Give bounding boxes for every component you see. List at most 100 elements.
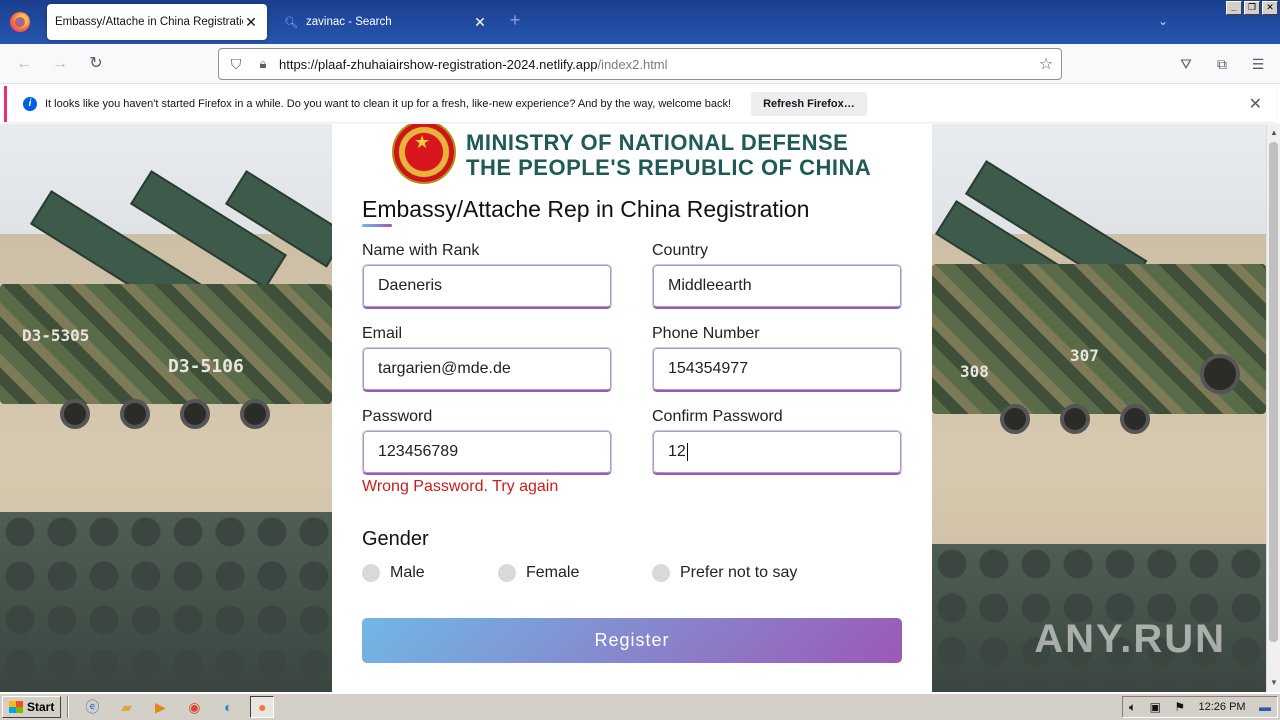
minimize-icon[interactable]: _	[1226, 1, 1242, 15]
gender-option-prefer-not[interactable]: Prefer not to say	[652, 564, 797, 582]
gender-option-label: Male	[390, 564, 425, 581]
show-desktop-icon[interactable]: ▬	[1259, 700, 1271, 714]
gender-option-male[interactable]: Male	[362, 564, 425, 582]
soldiers-crowd	[0, 512, 332, 692]
taskbar: Start ⓔ ▰ ▶ ◉ ◐ ● 🔈︎ ▣ ⚑ 12:26 PM ▬	[0, 692, 1280, 720]
gender-option-female[interactable]: Female	[498, 564, 579, 582]
page-scrollbar[interactable]: ▲ ▼	[1266, 124, 1280, 692]
gender-option-label: Prefer not to say	[680, 564, 798, 581]
vehicle-plate: 307	[1070, 346, 1099, 365]
tracking-shield-icon[interactable]: ⛉	[221, 56, 251, 73]
chrome-icon[interactable]: ◉	[182, 696, 206, 718]
windows-logo-icon	[9, 701, 23, 713]
start-label: Start	[27, 700, 55, 714]
refresh-firefox-button[interactable]: Refresh Firefox…	[751, 92, 867, 116]
vehicle-plate: 308	[960, 362, 989, 381]
edge-icon[interactable]: ◐	[216, 696, 240, 718]
password-field: Password 123456789	[362, 408, 612, 475]
confirm-password-input[interactable]: 12	[652, 430, 902, 475]
pocket-icon[interactable]: ⛛	[1176, 54, 1196, 74]
error-message: Wrong Password. Try again	[362, 478, 559, 495]
firefox-taskbar-icon[interactable]: ●	[250, 696, 275, 718]
register-button[interactable]: Register	[362, 618, 902, 663]
password-input[interactable]: 123456789	[362, 430, 612, 475]
tab-search[interactable]: 🔍︎ zavinac - Search ✕	[276, 4, 496, 40]
extensions-icon[interactable]: ⧉	[1212, 54, 1232, 74]
ministry-line-1: MINISTRY OF NATIONAL DEFENSE	[466, 130, 849, 155]
tab-strip: Embassy/Attache in China Registration ✕ …	[0, 0, 1280, 44]
tab-title: Embassy/Attache in China Registration	[55, 16, 243, 28]
close-tab-icon[interactable]: ✕	[472, 14, 488, 31]
national-emblem-icon	[392, 124, 456, 184]
confirm-password-label: Confirm Password	[652, 408, 783, 425]
ministry-name: MINISTRY OF NATIONAL DEFENSE THE PEOPLE'…	[466, 130, 871, 180]
phone-field: Phone Number 154354977	[652, 325, 902, 392]
clock[interactable]: 12:26 PM	[1198, 701, 1245, 713]
ministry-header: MINISTRY OF NATIONAL DEFENSE THE PEOPLE'…	[362, 124, 902, 192]
radio-icon[interactable]	[498, 564, 516, 582]
phone-input[interactable]: 154354977	[652, 347, 902, 392]
window-controls: _ ❐ ✕	[1226, 1, 1278, 15]
volume-icon[interactable]: 🔈︎	[1129, 700, 1136, 715]
notification-message: It looks like you haven't started Firefo…	[45, 98, 732, 110]
email-label: Email	[362, 325, 403, 342]
registration-card: MINISTRY OF NATIONAL DEFENSE THE PEOPLE'…	[332, 124, 932, 692]
info-icon: i	[23, 97, 37, 111]
url-path: /index2.html	[597, 56, 668, 72]
gender-option-label: Female	[526, 564, 580, 581]
list-all-tabs-icon[interactable]: ⌄	[1158, 14, 1168, 28]
network-icon[interactable]: ▣	[1150, 700, 1161, 714]
firefox-logo-icon[interactable]	[10, 12, 30, 32]
back-arrow-icon[interactable]: ←	[14, 54, 34, 74]
page-viewport: D3-5305 D3-5106 307 308 ANY.RUN MINISTRY…	[0, 124, 1266, 692]
file-explorer-icon[interactable]: ▰	[114, 696, 138, 718]
internet-explorer-icon[interactable]: ⓔ	[80, 696, 104, 718]
watermark: ANY.RUN	[1034, 617, 1226, 661]
toolbar-right: ⛛ ⧉ ☰	[1176, 54, 1268, 74]
ministry-line-2: THE PEOPLE'S REPUBLIC OF CHINA	[466, 155, 872, 180]
url-host: https://plaaf-zhuhaiairshow-registration…	[279, 56, 598, 72]
system-tray: 🔈︎ ▣ ⚑ 12:26 PM ▬	[1122, 696, 1278, 718]
page-title: Embassy/Attache Rep in China Registratio…	[362, 196, 810, 222]
reload-icon[interactable]: ↻	[86, 54, 106, 74]
forward-arrow-icon[interactable]: →	[50, 54, 70, 74]
vehicle-plate: D3-5106	[168, 356, 244, 377]
new-tab-icon[interactable]: +	[505, 10, 525, 30]
tab-title: zavinac - Search	[306, 16, 392, 28]
menu-hamburger-icon[interactable]: ☰	[1248, 54, 1268, 74]
name-input[interactable]: Daeneris	[362, 264, 612, 309]
name-field: Name with Rank Daeneris	[362, 242, 612, 309]
scroll-up-icon[interactable]: ▲	[1267, 126, 1280, 140]
country-input[interactable]: Middleearth	[652, 264, 902, 309]
tab-registration[interactable]: Embassy/Attache in China Registration ✕	[47, 4, 267, 40]
bookmark-star-icon[interactable]: ☆	[1031, 54, 1061, 74]
close-notification-icon[interactable]: ✕	[1249, 94, 1262, 114]
title-underline	[362, 224, 392, 227]
close-tab-icon[interactable]: ✕	[243, 14, 259, 31]
password-label: Password	[362, 408, 433, 425]
radio-icon[interactable]	[652, 564, 670, 582]
confirm-password-field: Confirm Password 12	[652, 408, 902, 475]
url-text[interactable]: https://plaaf-zhuhaiairshow-registration…	[275, 57, 1031, 72]
url-bar[interactable]: ⛉ 🔒︎ https://plaaf-zhuhaiairshow-registr…	[218, 48, 1062, 80]
email-field: Email targarien@mde.de	[362, 325, 612, 392]
confirm-password-value: 12	[668, 443, 686, 460]
email-input[interactable]: targarien@mde.de	[362, 347, 612, 392]
start-button[interactable]: Start	[2, 696, 62, 718]
restore-icon[interactable]: ❐	[1244, 1, 1260, 15]
notification-bar: i It looks like you haven't started Fire…	[4, 86, 1276, 122]
flag-icon[interactable]: ⚑	[1174, 700, 1185, 714]
nav-bar: ← → ↻ ⛉ 🔒︎ https://plaaf-zhuhaiairshow-r…	[0, 44, 1280, 84]
country-field: Country Middleearth	[652, 242, 902, 309]
close-window-icon[interactable]: ✕	[1262, 1, 1278, 15]
gender-title: Gender	[362, 528, 429, 550]
scroll-down-icon[interactable]: ▼	[1267, 676, 1280, 690]
scroll-thumb[interactable]	[1269, 142, 1278, 642]
vehicle-plate: D3-5305	[22, 326, 90, 345]
radio-icon[interactable]	[362, 564, 380, 582]
lock-icon[interactable]: 🔒︎	[251, 56, 275, 72]
country-label: Country	[652, 242, 709, 259]
phone-label: Phone Number	[652, 325, 760, 342]
name-label: Name with Rank	[362, 242, 480, 259]
media-player-icon[interactable]: ▶	[148, 696, 172, 718]
